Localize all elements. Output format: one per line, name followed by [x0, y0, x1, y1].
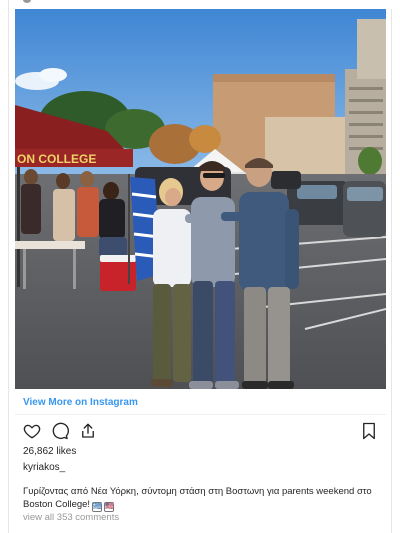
comment-bubble-icon[interactable]	[51, 422, 71, 442]
divider	[15, 414, 386, 415]
post-caption: Γυρίζοντας από Νέα Υόρκη, σύντομη στάση …	[23, 485, 373, 512]
top-strip	[9, 0, 393, 9]
instagram-embed-card: ON COLLEGE View More on Instagram 26,862…	[8, 0, 393, 533]
tent-banner-text: ON COLLEGE	[17, 152, 96, 166]
view-more-on-instagram-link[interactable]: View More on Instagram	[23, 397, 138, 408]
post-username[interactable]: kyriakos_	[23, 462, 65, 473]
share-icon[interactable]	[79, 422, 99, 442]
likes-count[interactable]: 26,862 likes	[23, 446, 76, 457]
view-all-comments-link[interactable]: view all 353 comments	[23, 512, 119, 523]
post-photo[interactable]: ON COLLEGE	[15, 9, 386, 389]
caption-text: Γυρίζοντας από Νέα Υόρκη, σύντομη στάση …	[23, 486, 372, 510]
heart-icon[interactable]	[23, 422, 43, 442]
action-bar	[23, 422, 379, 442]
bookmark-icon[interactable]	[361, 422, 381, 442]
us-flag-emoji: 🇺🇸	[104, 502, 115, 512]
greek-flag-emoji: 🇬🇷	[92, 502, 103, 512]
